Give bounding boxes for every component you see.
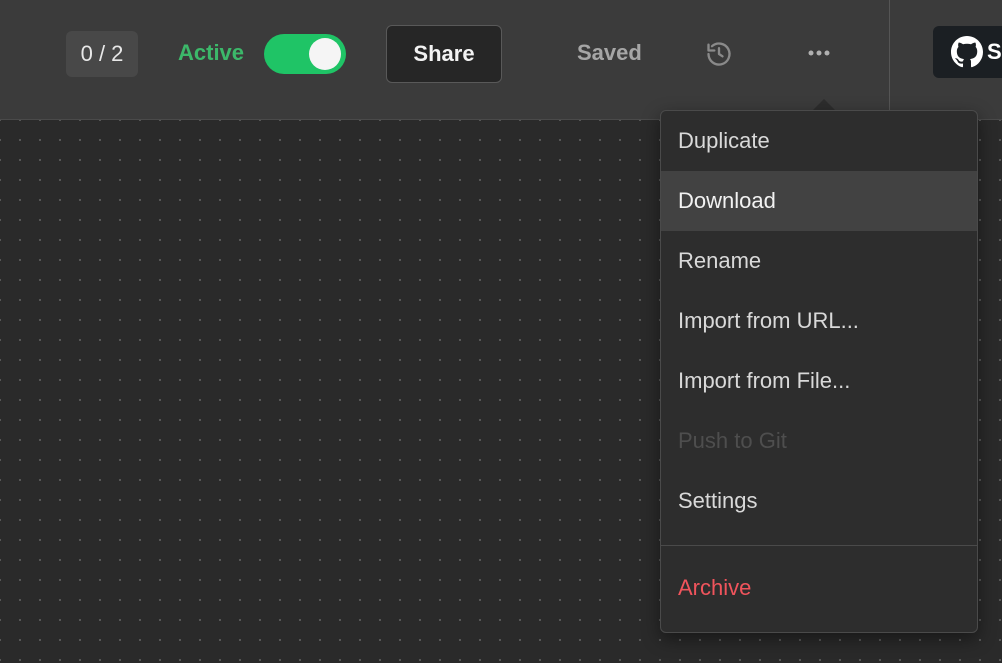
menu-item-settings[interactable]: Settings — [661, 471, 977, 531]
history-icon[interactable] — [705, 40, 733, 68]
more-horizontal-icon — [808, 50, 830, 56]
menu-item-push-to-git: Push to Git — [678, 428, 787, 453]
active-label: Active — [178, 40, 245, 65]
menu-pointer — [813, 99, 835, 110]
menu-item-download[interactable]: Download — [661, 171, 977, 231]
menu-item-rename[interactable]: Rename — [661, 231, 977, 291]
saved-status: Saved — [577, 40, 642, 65]
menu-item-import-file[interactable]: Import from File... — [661, 351, 977, 411]
toggle-knob — [309, 38, 341, 70]
execution-counter: 0 / 2 — [66, 31, 138, 77]
menu-item-import-url[interactable]: Import from URL... — [661, 291, 977, 351]
share-button[interactable]: Share — [386, 25, 502, 83]
github-button[interactable]: S — [933, 26, 1002, 78]
more-options-menu: Duplicate Download Rename Import from UR… — [660, 110, 978, 633]
header-divider — [889, 0, 890, 120]
menu-item-duplicate[interactable]: Duplicate — [661, 111, 977, 171]
github-icon — [951, 36, 983, 68]
menu-item-archive[interactable]: Archive — [661, 546, 977, 628]
github-button-label: S — [987, 39, 1002, 64]
top-header: 0 / 2 Active Share Saved S — [0, 0, 1002, 120]
more-options-button[interactable] — [796, 36, 842, 70]
active-toggle[interactable] — [264, 34, 346, 74]
